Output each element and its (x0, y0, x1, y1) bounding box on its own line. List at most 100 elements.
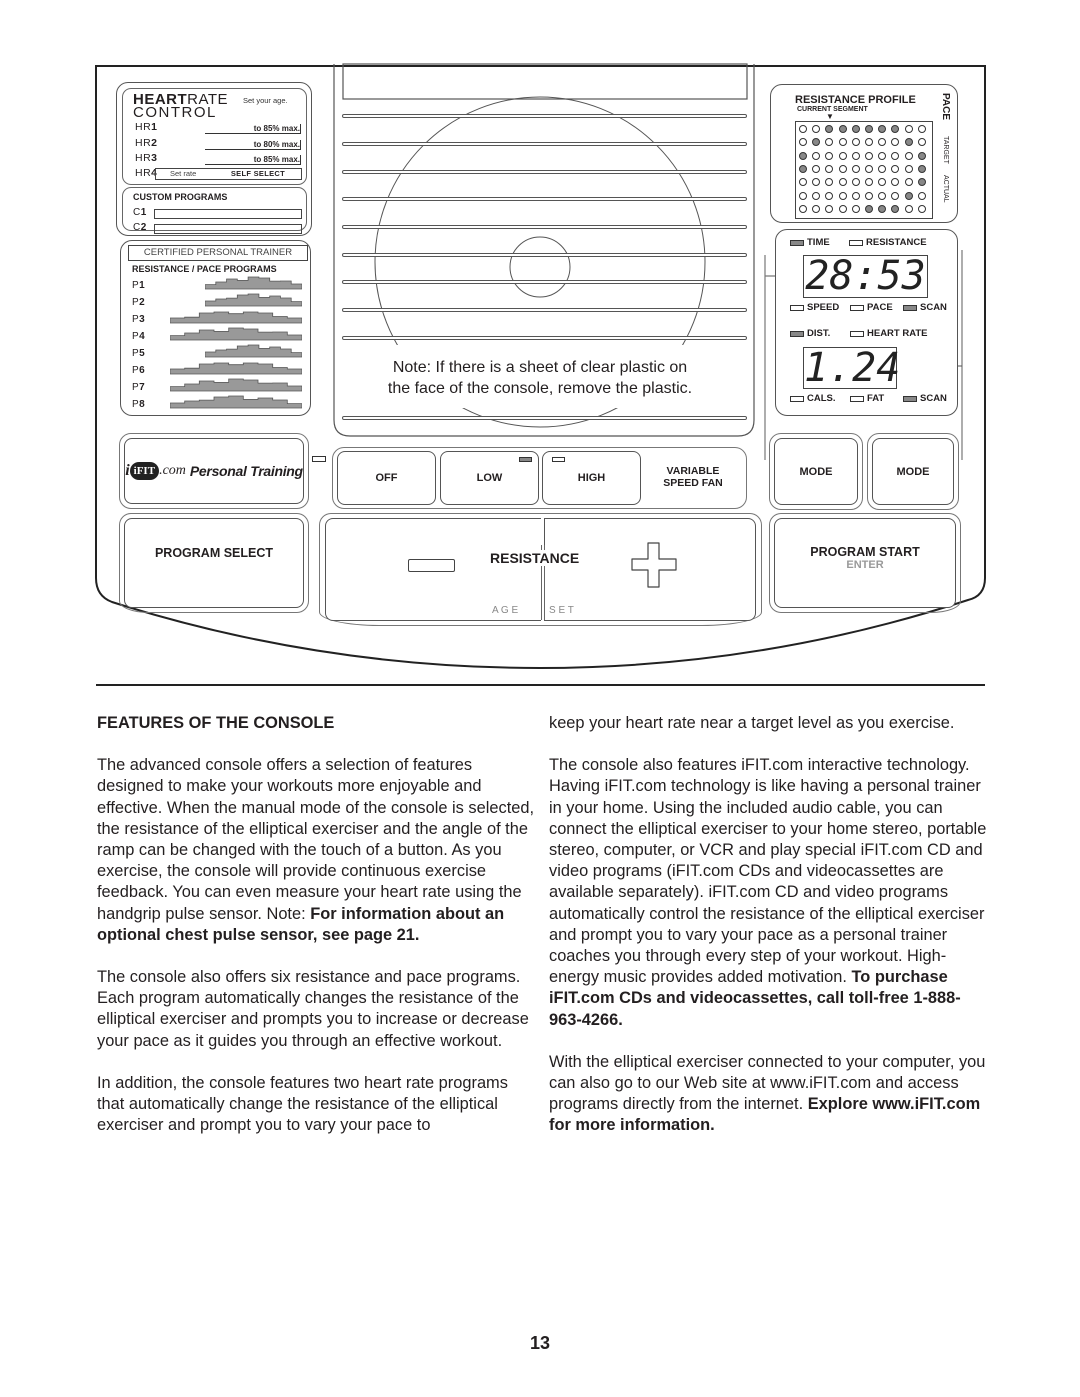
program-profile-8 (170, 395, 302, 409)
lower-lcd-value: 1.24 (804, 345, 901, 391)
fan-off-button[interactable]: OFF (337, 451, 436, 505)
led-dot (812, 191, 821, 200)
hr-program-label-3[interactable]: HR3 (135, 152, 158, 164)
program-label-2[interactable]: P2 (132, 297, 145, 308)
grille-bar (342, 114, 747, 118)
ifit-personal-training-button[interactable]: i iFIT .com Personal Training (124, 438, 304, 504)
hr-target-1: to 85% max. (205, 124, 301, 134)
indicator-label-pace: PACE (867, 302, 893, 313)
program-number: 2 (139, 297, 146, 308)
led-dot (917, 178, 926, 187)
article-right-column: keep your heart rate near a target level… (549, 713, 989, 1158)
led-dot (851, 164, 860, 173)
fan-high-led (552, 457, 565, 462)
hr-target-3: to 85% max. (205, 155, 301, 165)
current-segment-arrow-icon: ▼ (826, 112, 834, 121)
grille-bar (342, 170, 747, 174)
program-start-button[interactable]: PROGRAM START ENTER (774, 518, 956, 608)
indicator-led-cals (790, 396, 804, 402)
hr4-self-select-box[interactable]: Set rate SELF SELECT (155, 168, 302, 180)
plastic-note-line1: Note: If there is a sheet of clear plast… (392, 359, 688, 376)
actual-label: ACTUAL (942, 175, 949, 203)
program-profile-7 (170, 378, 302, 392)
program-number: 8 (139, 399, 146, 410)
speaker-center (509, 236, 571, 298)
enter-label: ENTER (846, 559, 884, 571)
grille-bar (342, 225, 747, 229)
led-dot (865, 204, 873, 213)
led-dot (891, 191, 900, 200)
custom-program-label-2[interactable]: C2 (133, 222, 147, 233)
indicator-label-heart-rate: HEART RATE (867, 328, 928, 339)
mode-button-2[interactable]: MODE (872, 438, 954, 505)
program-label-7[interactable]: P7 (132, 382, 145, 393)
set-label: S E T (549, 605, 574, 616)
plastic-note: Note: If there is a sheet of clear plast… (345, 357, 735, 399)
led-dot (865, 151, 873, 160)
indicator-label-scan: SCAN (920, 393, 947, 404)
led-dot (904, 125, 913, 133)
grille-bar (342, 308, 747, 312)
hr-program-number: 3 (151, 152, 158, 164)
paragraph-ifit-text: The console also features iFIT.com inter… (549, 756, 987, 987)
indicator-label-speed: SPEED (807, 302, 840, 313)
program-select-button[interactable]: PROGRAM SELECT (124, 518, 304, 608)
program-label-4[interactable]: P4 (132, 331, 145, 342)
mode-button-1[interactable]: MODE (774, 438, 858, 505)
program-profile-6 (170, 361, 302, 375)
led-dot (838, 191, 847, 200)
led-dot (917, 191, 926, 200)
led-dot (838, 204, 847, 213)
custom-programs-title: CUSTOM PROGRAMS (133, 192, 228, 202)
paragraph-website: With the elliptical exerciser connected … (549, 1052, 989, 1137)
pace-label: PACE (940, 93, 951, 121)
led-dot (838, 125, 847, 133)
led-dot (917, 125, 926, 133)
ifit-logo: i iFIT .com Personal Training (125, 462, 303, 480)
ifit-logo-tagline: Personal Training (189, 463, 303, 479)
paragraph-heart-rate: In addition, the console features two he… (97, 1073, 508, 1135)
program-profile-2 (205, 293, 302, 307)
ifit-logo-i: i (125, 462, 130, 479)
custom-program-label-1[interactable]: C1 (133, 207, 147, 218)
article-left-column: FEATURES OF THE CONSOLE The advanced con… (97, 713, 535, 1157)
indicator-led-resistance (849, 240, 863, 246)
hr-program-label-1[interactable]: HR1 (135, 121, 158, 133)
led-dot (904, 204, 913, 213)
variable-speed-fan-label: VARIABLE SPEED FAN (648, 465, 738, 489)
lower-lcd-display: 1.24 (803, 345, 901, 391)
led-dot (878, 151, 887, 160)
fan-title-line1: VARIABLE (666, 465, 720, 477)
program-label-3[interactable]: P3 (132, 314, 145, 325)
program-label-5[interactable]: P5 (132, 348, 145, 359)
program-label-6[interactable]: P6 (132, 365, 145, 376)
hr-program-label-2[interactable]: HR2 (135, 137, 158, 149)
program-profile-1 (205, 276, 302, 290)
paragraph-intro: The advanced console offers a selection … (97, 755, 535, 946)
led-dot (904, 151, 913, 160)
grille-bar (342, 416, 747, 420)
custom-program-slot-1 (154, 209, 302, 219)
self-select-label: SELF SELECT (230, 169, 285, 178)
paragraph-ifit: The console also features iFIT.com inter… (549, 755, 989, 1031)
led-dot (799, 204, 807, 213)
led-dot (904, 164, 913, 173)
led-dot (917, 204, 926, 213)
certified-trainer-text: CERTIFIED PERSONAL TRAINER (143, 247, 293, 258)
led-dot (851, 178, 860, 187)
led-dot (865, 191, 873, 200)
led-dot (799, 151, 807, 160)
led-dot (851, 151, 860, 160)
led-dot (851, 191, 860, 200)
certified-trainer-banner: CERTIFIED PERSONAL TRAINER (128, 245, 308, 261)
program-label-1[interactable]: P1 (132, 280, 145, 291)
grille-bar (342, 336, 747, 340)
led-dot (825, 151, 834, 160)
ifit-logo-suffix: .com (159, 463, 186, 478)
program-label-8[interactable]: P8 (132, 399, 145, 410)
paragraph-heart-rate-cont: keep your heart rate near a target level… (549, 714, 955, 732)
indicator-led-speed (790, 305, 804, 311)
program-number: 1 (140, 207, 147, 218)
resistance-increase-button[interactable] (544, 518, 756, 621)
indicator-led-heart-rate (850, 331, 864, 337)
